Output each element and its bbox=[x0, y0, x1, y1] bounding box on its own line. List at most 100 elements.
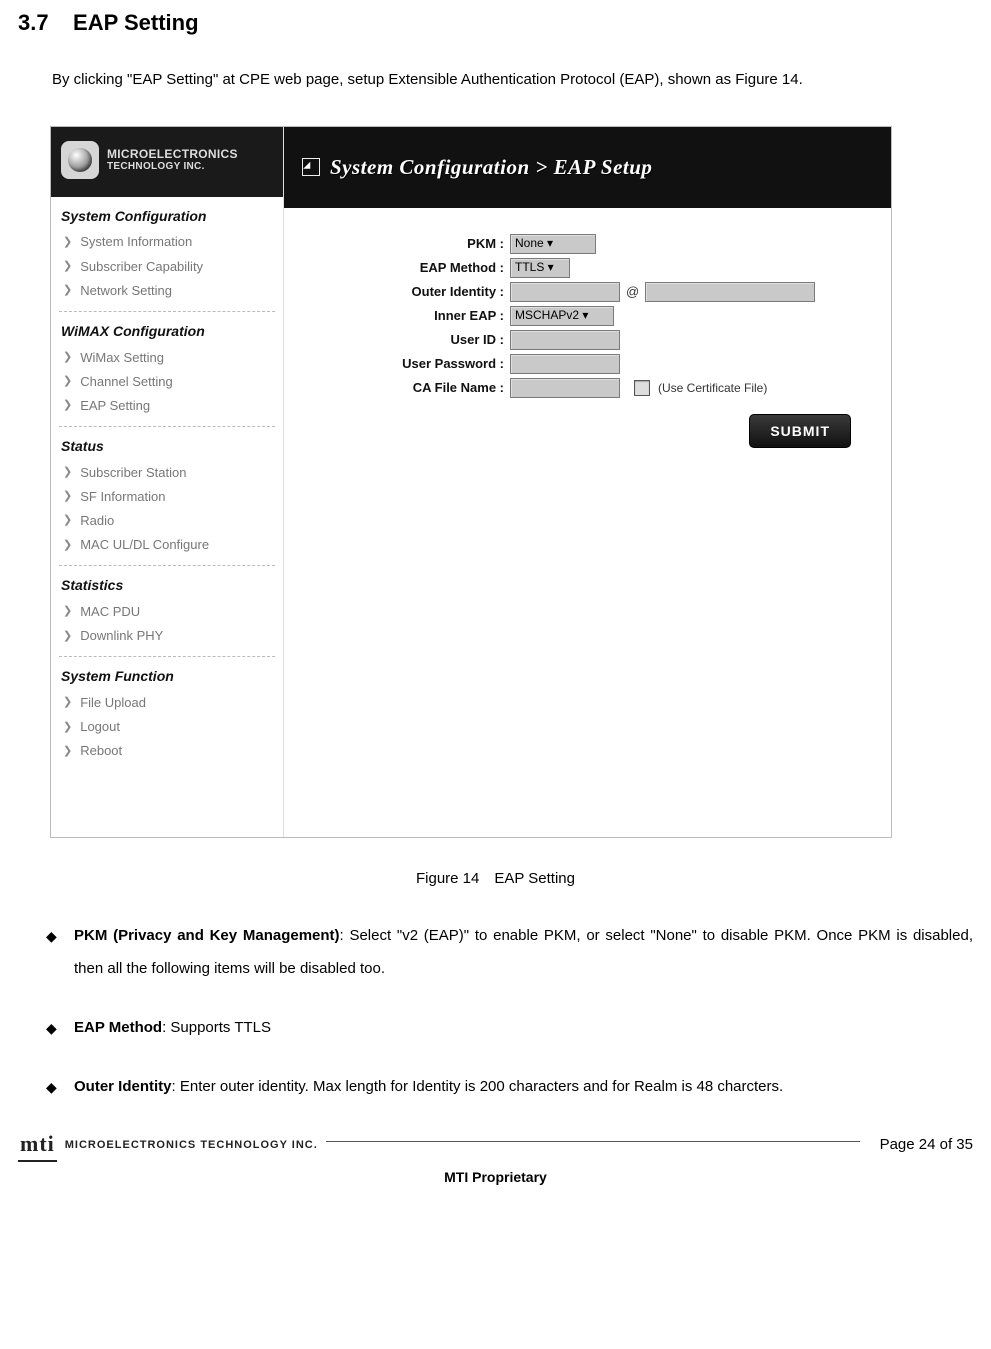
use-certificate-checkbox[interactable] bbox=[634, 380, 650, 396]
bullet-pkm: PKM (Privacy and Key Management): Select… bbox=[18, 919, 973, 985]
nav-label: Subscriber Station bbox=[80, 464, 186, 482]
chevron-right-icon: ❯ bbox=[63, 513, 72, 528]
nav-label: MAC UL/DL Configure bbox=[80, 536, 209, 554]
ca-file-input[interactable] bbox=[510, 378, 620, 398]
brand-logo-icon bbox=[61, 141, 99, 179]
figure-caption: Figure 14 EAP Setting bbox=[18, 868, 973, 889]
chevron-right-icon: ❯ bbox=[63, 350, 72, 365]
bullet-outer-bold: Outer Identity bbox=[74, 1078, 172, 1095]
nav-label: Downlink PHY bbox=[80, 627, 163, 645]
sidebar-item-eap-setting[interactable]: ❯ EAP Setting bbox=[51, 394, 283, 418]
chevron-right-icon: ❯ bbox=[63, 465, 72, 480]
bullet-eap-method: EAP Method: Supports TTLS bbox=[18, 1011, 973, 1044]
group-statistics: Statistics bbox=[51, 566, 283, 600]
section-number: 3.7 bbox=[18, 10, 49, 35]
bullet-eapm-text: : Supports TTLS bbox=[162, 1019, 271, 1036]
nav-label: Channel Setting bbox=[80, 373, 173, 391]
outer-identity-realm-input[interactable] bbox=[645, 282, 815, 302]
chevron-right-icon: ❯ bbox=[63, 538, 72, 553]
group-wimax-configuration: WiMAX Configuration bbox=[51, 312, 283, 346]
sidebar-item-mac-pdu[interactable]: ❯ MAC PDU bbox=[51, 600, 283, 624]
pkm-label: PKM : bbox=[284, 235, 510, 253]
app-frame: MICROELECTRONICS TECHNOLOGY INC. System … bbox=[50, 126, 892, 838]
at-symbol: @ bbox=[626, 283, 639, 301]
nav-label: File Upload bbox=[80, 694, 146, 712]
sidebar-item-subscriber-station[interactable]: ❯ Subscriber Station bbox=[51, 461, 283, 485]
inner-eap-label: Inner EAP : bbox=[284, 307, 510, 325]
sidebar-item-network-setting[interactable]: ❯ Network Setting bbox=[51, 279, 283, 303]
nav-label: Reboot bbox=[80, 742, 122, 760]
user-password-input[interactable] bbox=[510, 354, 620, 374]
chevron-right-icon: ❯ bbox=[63, 259, 72, 274]
chevron-right-icon: ❯ bbox=[63, 695, 72, 710]
group-system-configuration: System Configuration bbox=[51, 197, 283, 231]
chevron-right-icon: ❯ bbox=[63, 398, 72, 413]
submit-button[interactable]: SUBMIT bbox=[749, 414, 851, 448]
nav-label: System Information bbox=[80, 233, 192, 251]
brand-line1: MICROELECTRONICS bbox=[107, 148, 238, 161]
inner-eap-value: MSCHAPv2 bbox=[515, 308, 579, 322]
sidebar-item-wimax-setting[interactable]: ❯ WiMax Setting bbox=[51, 346, 283, 370]
group-system-function: System Function bbox=[51, 657, 283, 691]
eap-method-label: EAP Method : bbox=[284, 259, 510, 277]
chevron-right-icon: ❯ bbox=[63, 744, 72, 759]
arrow-icon bbox=[302, 158, 320, 176]
sidebar-item-mac-uldl[interactable]: ❯ MAC UL/DL Configure bbox=[51, 533, 283, 557]
sidebar: MICROELECTRONICS TECHNOLOGY INC. System … bbox=[51, 127, 284, 837]
ca-file-label: CA File Name : bbox=[284, 379, 510, 397]
user-password-label: User Password : bbox=[284, 355, 510, 373]
section-title: EAP Setting bbox=[73, 10, 199, 35]
sidebar-item-subscriber-capability[interactable]: ❯ Subscriber Capability bbox=[51, 255, 283, 279]
section-heading: 3.7 EAP Setting bbox=[18, 8, 973, 39]
user-id-label: User ID : bbox=[284, 331, 510, 349]
page-header: System Configuration > EAP Setup bbox=[284, 127, 891, 208]
bullet-outer-identity: Outer Identity: Enter outer identity. Ma… bbox=[18, 1070, 973, 1103]
footer-divider bbox=[326, 1141, 860, 1142]
footer-company: MICROELECTRONICS TECHNOLOGY INC. bbox=[65, 1138, 318, 1153]
intro-paragraph: By clicking "EAP Setting" at CPE web pag… bbox=[18, 63, 973, 96]
footer-mark: mti bbox=[18, 1129, 57, 1162]
bullet-pkm-bold: PKM (Privacy and Key Management) bbox=[74, 927, 340, 944]
pkm-select[interactable]: None ▾ bbox=[510, 234, 596, 254]
sidebar-item-radio[interactable]: ❯ Radio bbox=[51, 509, 283, 533]
bullet-outer-text: : Enter outer identity. Max length for I… bbox=[172, 1078, 784, 1095]
nav-label: Radio bbox=[80, 512, 114, 530]
brand: MICROELECTRONICS TECHNOLOGY INC. bbox=[51, 127, 283, 197]
chevron-right-icon: ❯ bbox=[63, 283, 72, 298]
chevron-right-icon: ❯ bbox=[63, 374, 72, 389]
chevron-right-icon: ❯ bbox=[63, 235, 72, 250]
eap-form: PKM : None ▾ EAP Method : TTLS ▾ Outer I… bbox=[284, 208, 891, 448]
chevron-right-icon: ❯ bbox=[63, 629, 72, 644]
page-footer: mti MICROELECTRONICS TECHNOLOGY INC. Pag… bbox=[18, 1129, 973, 1187]
inner-eap-select[interactable]: MSCHAPv2 ▾ bbox=[510, 306, 614, 326]
nav-label: WiMax Setting bbox=[80, 349, 164, 367]
nav-label: Network Setting bbox=[80, 282, 172, 300]
outer-identity-input[interactable] bbox=[510, 282, 620, 302]
chevron-right-icon: ❯ bbox=[63, 604, 72, 619]
footer-proprietary: MTI Proprietary bbox=[18, 1168, 973, 1188]
sidebar-item-file-upload[interactable]: ❯ File Upload bbox=[51, 691, 283, 715]
sidebar-item-system-information[interactable]: ❯ System Information bbox=[51, 230, 283, 254]
nav-label: Logout bbox=[80, 718, 120, 736]
nav-label: MAC PDU bbox=[80, 603, 140, 621]
nav-label: EAP Setting bbox=[80, 397, 150, 415]
sidebar-item-channel-setting[interactable]: ❯ Channel Setting bbox=[51, 370, 283, 394]
chevron-right-icon: ❯ bbox=[63, 489, 72, 504]
eap-method-value: TTLS bbox=[515, 260, 544, 274]
user-id-input[interactable] bbox=[510, 330, 620, 350]
brand-line2: TECHNOLOGY INC. bbox=[107, 161, 238, 172]
content-pane: System Configuration > EAP Setup PKM : N… bbox=[284, 127, 891, 837]
sidebar-item-reboot[interactable]: ❯ Reboot bbox=[51, 739, 283, 763]
nav-label: Subscriber Capability bbox=[80, 258, 203, 276]
sidebar-item-sf-information[interactable]: ❯ SF Information bbox=[51, 485, 283, 509]
bullet-eapm-bold: EAP Method bbox=[74, 1019, 162, 1036]
sidebar-item-downlink-phy[interactable]: ❯ Downlink PHY bbox=[51, 624, 283, 648]
nav-label: SF Information bbox=[80, 488, 165, 506]
sidebar-item-logout[interactable]: ❯Logout bbox=[51, 715, 283, 739]
page-title: System Configuration > EAP Setup bbox=[330, 153, 652, 182]
outer-identity-label: Outer Identity : bbox=[284, 283, 510, 301]
eap-method-select[interactable]: TTLS ▾ bbox=[510, 258, 570, 278]
pkm-value: None bbox=[515, 236, 544, 250]
bullet-list: PKM (Privacy and Key Management): Select… bbox=[18, 919, 973, 1103]
footer-logo: mti MICROELECTRONICS TECHNOLOGY INC. bbox=[18, 1129, 318, 1162]
